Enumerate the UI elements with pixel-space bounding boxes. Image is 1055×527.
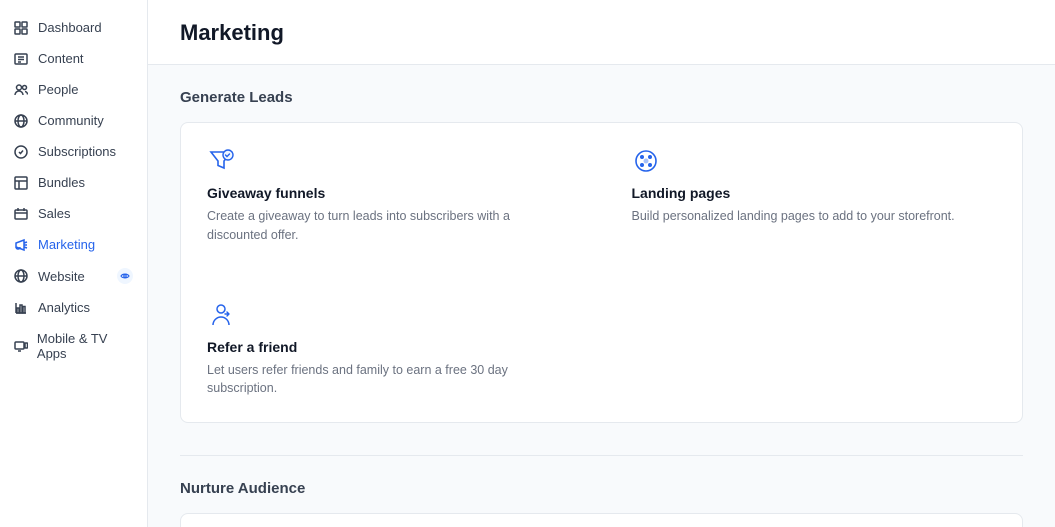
sidebar-item-mobile-tv[interactable]: Mobile & TV Apps: [0, 323, 147, 369]
section-nurture-audience: Nurture Audience Email Broadcasts Send s…: [180, 480, 1023, 527]
card-email-broadcasts[interactable]: Email Broadcasts Send segmented emails t…: [185, 518, 594, 527]
card-landing-pages[interactable]: Landing pages Build personalized landing…: [610, 127, 1019, 265]
sidebar-item-label: Dashboard: [38, 20, 102, 35]
sidebar-item-marketing[interactable]: Marketing: [0, 229, 147, 260]
sidebar-item-label: Sales: [38, 206, 71, 221]
card-refer-friend-title: Refer a friend: [207, 339, 572, 355]
marketing-icon: [14, 238, 30, 252]
sidebar-item-people[interactable]: People: [0, 74, 147, 105]
content-area: Generate Leads Giveaway funnels Create a…: [148, 65, 1055, 527]
sidebar-item-label: Bundles: [38, 175, 85, 190]
community-icon: [14, 114, 30, 128]
bundles-icon: [14, 176, 30, 190]
card-refer-friend[interactable]: Refer a friend Let users refer friends a…: [185, 281, 594, 419]
funnel-icon: [207, 147, 572, 175]
palette-icon: [632, 147, 997, 175]
section-header-nurture-audience: Nurture Audience: [180, 480, 1023, 497]
sidebar-item-label: Website: [38, 269, 85, 284]
page-title: Marketing: [180, 20, 1023, 46]
sidebar-item-label: Community: [38, 113, 104, 128]
sidebar-item-community[interactable]: Community: [0, 105, 147, 136]
section-divider: [180, 455, 1023, 456]
website-icon: [14, 269, 30, 283]
sidebar-item-subscriptions[interactable]: Subscriptions: [0, 136, 147, 167]
card-giveaway-funnels-title: Giveaway funnels: [207, 185, 572, 201]
refer-icon: [207, 301, 572, 329]
sidebar-item-label: People: [38, 82, 78, 97]
sidebar-item-sales[interactable]: Sales: [0, 198, 147, 229]
card-landing-pages-title: Landing pages: [632, 185, 997, 201]
main-content: Marketing Generate Leads Giveaway funnel…: [148, 0, 1055, 527]
sidebar-item-dashboard[interactable]: Dashboard: [0, 12, 147, 43]
content-icon: [14, 52, 30, 66]
dashboard-icon: [14, 21, 30, 35]
page-header: Marketing: [148, 0, 1055, 65]
card-landing-pages-desc: Build personalized landing pages to add …: [632, 207, 997, 226]
card-subscription-upsell[interactable]: Subscription upsell Offer users a discou…: [610, 518, 1019, 527]
card-placeholder-1: [610, 281, 1019, 419]
website-badge: [117, 268, 133, 284]
people-icon: [14, 83, 30, 97]
card-refer-friend-desc: Let users refer friends and family to ea…: [207, 361, 572, 399]
sidebar-item-label: Content: [38, 51, 84, 66]
sidebar-item-label: Subscriptions: [38, 144, 116, 159]
sidebar-item-label: Marketing: [38, 237, 95, 252]
mobile-tv-icon: [14, 339, 29, 353]
section-generate-leads: Generate Leads Giveaway funnels Create a…: [180, 89, 1023, 423]
analytics-icon: [14, 301, 30, 315]
sales-icon: [14, 207, 30, 221]
cards-grid-generate-leads: Giveaway funnels Create a giveaway to tu…: [180, 122, 1023, 423]
sidebar: Dashboard Content People: [0, 0, 148, 527]
sidebar-item-label: Analytics: [38, 300, 90, 315]
card-giveaway-funnels[interactable]: Giveaway funnels Create a giveaway to tu…: [185, 127, 594, 265]
sidebar-item-website[interactable]: Website: [0, 260, 147, 292]
section-header-generate-leads: Generate Leads: [180, 89, 1023, 106]
subscriptions-icon: [14, 145, 30, 159]
cards-grid-nurture-audience: Email Broadcasts Send segmented emails t…: [180, 513, 1023, 527]
sidebar-item-content[interactable]: Content: [0, 43, 147, 74]
card-giveaway-funnels-desc: Create a giveaway to turn leads into sub…: [207, 207, 572, 245]
sidebar-item-bundles[interactable]: Bundles: [0, 167, 147, 198]
sidebar-item-analytics[interactable]: Analytics: [0, 292, 147, 323]
sidebar-item-label: Mobile & TV Apps: [37, 331, 133, 361]
